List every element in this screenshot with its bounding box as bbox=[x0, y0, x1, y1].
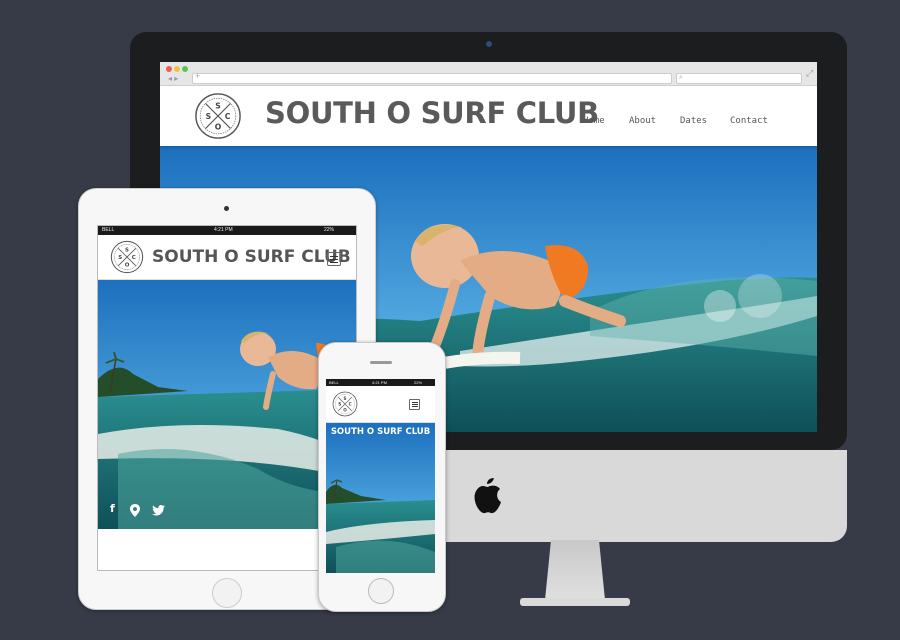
hamburger-menu-icon[interactable] bbox=[327, 252, 341, 266]
ipad-home-button[interactable] bbox=[212, 578, 242, 608]
site-title[interactable]: SOUTH O SURF CLUB bbox=[152, 247, 351, 267]
search-input[interactable]: ⌕ bbox=[676, 73, 802, 84]
map-pin-icon[interactable] bbox=[130, 504, 140, 517]
site-header: SOUTH O SURF CLUB Home About Dates Conta… bbox=[160, 86, 817, 146]
speaker-icon bbox=[370, 361, 392, 364]
status-battery: 22% bbox=[414, 380, 423, 385]
status-bar: BELL 4:21 PM 22% bbox=[326, 379, 435, 386]
close-window-button[interactable] bbox=[166, 66, 172, 72]
nav-home[interactable]: Home bbox=[583, 116, 605, 126]
site-title[interactable]: SOUTH O SURF CLUB bbox=[326, 427, 435, 437]
nav-dates[interactable]: Dates bbox=[680, 116, 707, 126]
club-logo[interactable] bbox=[194, 92, 242, 140]
nav-about[interactable]: About bbox=[629, 116, 656, 126]
site-title[interactable]: SOUTH O SURF CLUB bbox=[265, 96, 599, 130]
site-header: SOUTH O SURF CLUB bbox=[98, 235, 356, 280]
status-battery: 22% bbox=[324, 227, 335, 233]
status-carrier: BELL bbox=[102, 227, 115, 233]
twitter-icon[interactable] bbox=[152, 505, 165, 516]
maximize-window-button[interactable] bbox=[182, 66, 188, 72]
iphone-screen: BELL 4:21 PM 22% SOUTH O SURF CLUB bbox=[326, 379, 435, 573]
iphone-home-button[interactable] bbox=[368, 578, 394, 604]
hero-image bbox=[326, 422, 435, 573]
status-carrier: BELL bbox=[329, 380, 339, 385]
status-bar: BELL 4:21 PM 22% bbox=[98, 226, 356, 235]
fullscreen-icon[interactable]: ⤢ bbox=[806, 68, 813, 79]
camera-icon bbox=[486, 41, 492, 47]
camera-icon bbox=[224, 206, 229, 211]
status-time: 4:21 PM bbox=[214, 227, 233, 233]
add-tab-icon[interactable]: + bbox=[195, 71, 200, 81]
apple-logo-icon bbox=[474, 478, 501, 514]
browser-toolbar: ◂ ▸ + ⌕ ⤢ bbox=[160, 62, 817, 86]
status-time: 4:21 PM bbox=[372, 380, 387, 385]
imac-foot bbox=[520, 598, 630, 606]
nav-contact[interactable]: Contact bbox=[730, 116, 768, 126]
club-logo[interactable] bbox=[110, 240, 144, 274]
facebook-icon[interactable]: f bbox=[110, 502, 115, 515]
hamburger-menu-icon[interactable] bbox=[409, 399, 420, 410]
address-bar[interactable] bbox=[192, 73, 672, 84]
site-header bbox=[326, 386, 435, 423]
imac-stand bbox=[545, 540, 605, 600]
back-forward-icon[interactable]: ◂ ▸ bbox=[168, 74, 178, 83]
minimize-window-button[interactable] bbox=[174, 66, 180, 72]
club-logo[interactable] bbox=[332, 391, 358, 417]
